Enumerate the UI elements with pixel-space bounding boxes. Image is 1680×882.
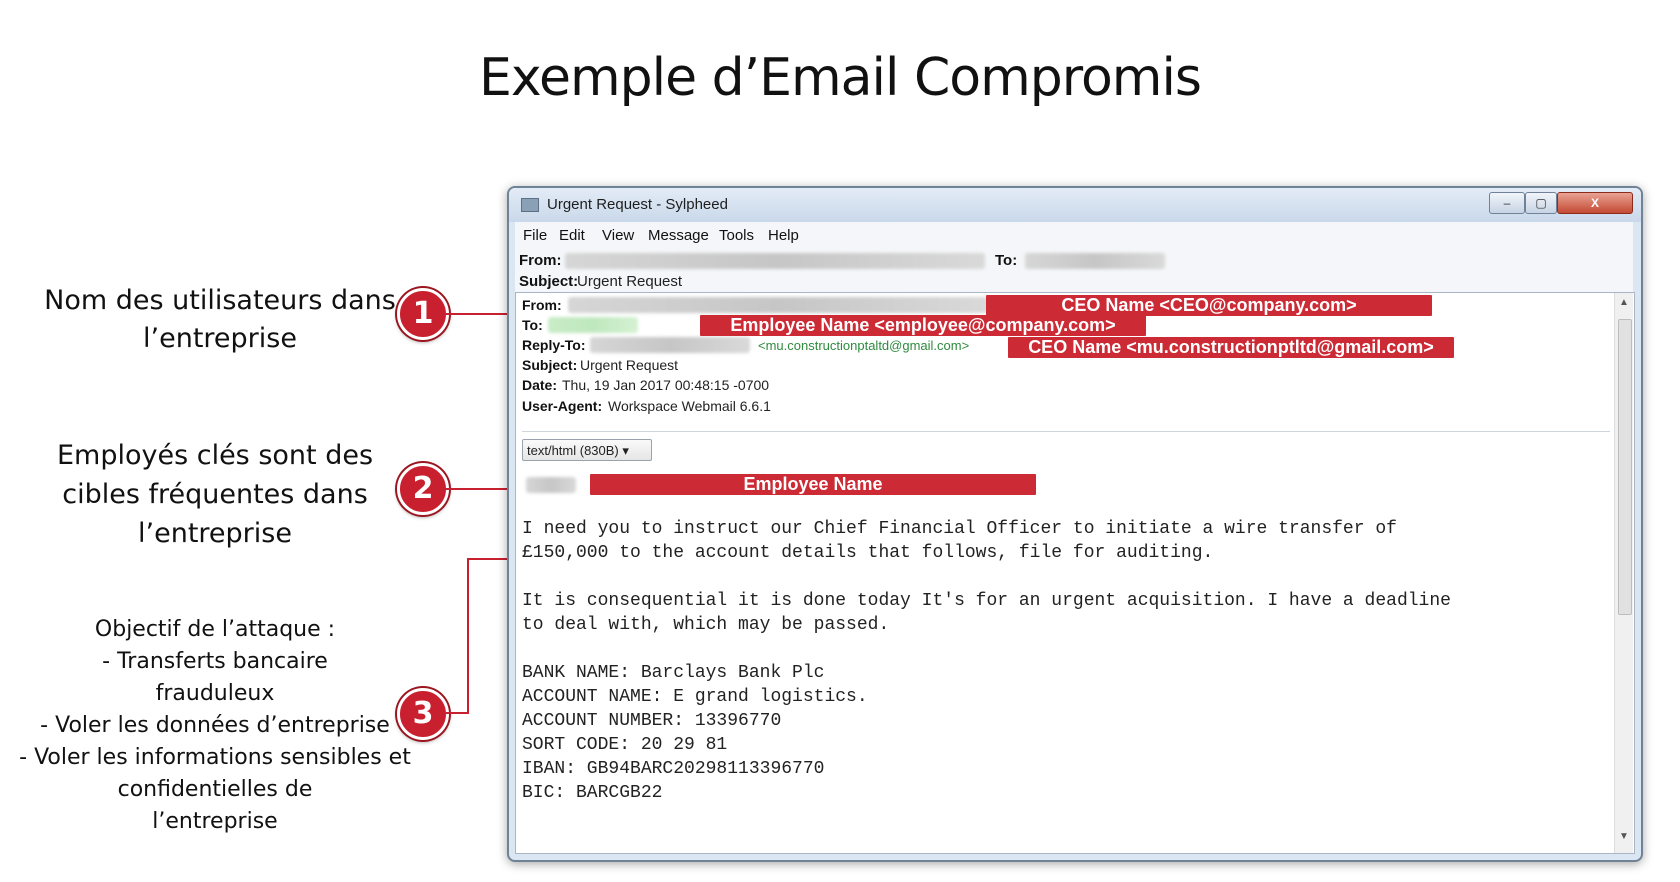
summary-subject-label: Subject:	[519, 273, 579, 290]
close-button[interactable]: X	[1557, 192, 1633, 214]
menu-tools[interactable]: Tools	[719, 227, 754, 244]
body-line: I need you to instruct our Chief Financi…	[522, 519, 1397, 539]
callout-1-line: Nom des utilisateurs dans	[44, 285, 396, 316]
redacted-to	[1025, 253, 1165, 269]
body-line	[522, 567, 1602, 591]
callout-3-line: frauduleux	[155, 681, 275, 706]
callout-1-badge: 1	[397, 288, 449, 340]
menu-help[interactable]: Help	[768, 227, 799, 244]
body-line: IBAN: GB94BARC20298113396770	[522, 759, 825, 779]
callout-3-line: - Voler les données d’entreprise	[40, 713, 390, 738]
email-window: Urgent Request - Sylpheed – ▢ X File Edi…	[507, 186, 1643, 862]
mail-app-icon	[521, 198, 539, 212]
menu-file[interactable]: File	[523, 227, 547, 244]
menu-edit[interactable]: Edit	[559, 227, 585, 244]
summary-subject-value: Urgent Request	[577, 273, 683, 290]
mime-type-dropdown[interactable]: text/html (830B) ▾	[522, 439, 652, 461]
scroll-down-icon[interactable]: ▼	[1619, 831, 1629, 842]
scrollbar-thumb[interactable]	[1618, 319, 1632, 615]
menu-message[interactable]: Message	[648, 227, 709, 244]
body-line: £150,000 to the account details that fol…	[522, 543, 1214, 563]
header-from-label: From:	[522, 297, 562, 313]
body-line: BIC: BARCGB22	[522, 783, 663, 803]
callout-3-line: l’entreprise	[152, 809, 278, 834]
page-title: Exemple d’Email Compromis	[478, 48, 1202, 108]
connector-3-horizontal-bottom	[446, 712, 468, 714]
maximize-button[interactable]: ▢	[1525, 192, 1557, 214]
callout-1-text: Nom des utilisateurs dans l’entreprise	[30, 282, 410, 358]
summary-from-label: From:	[519, 252, 562, 269]
header-divider	[522, 431, 1610, 432]
menu-view[interactable]: View	[602, 227, 634, 244]
callout-3-line: confidentielles de	[117, 777, 313, 802]
body-line: BANK NAME: Barclays Bank Plc	[522, 663, 825, 683]
callout-3-line: Objectif de l’attaque :	[94, 617, 336, 642]
header-date-value: Thu, 19 Jan 2017 00:48:15 -0700	[562, 377, 770, 393]
header-to-label: To:	[522, 317, 543, 333]
redacted-header-reply-to	[590, 337, 750, 353]
connector-3-vertical	[467, 558, 469, 714]
body-line: ACCOUNT NUMBER: 13396770	[522, 711, 782, 731]
header-subject-value: Urgent Request	[580, 357, 679, 373]
redacted-from	[565, 253, 985, 269]
redacted-greeting	[526, 477, 576, 493]
annotation-to: Employee Name <employee@company.com>	[700, 315, 1146, 336]
annotation-greeting: Employee Name	[590, 474, 1036, 495]
scroll-up-icon[interactable]: ▲	[1619, 297, 1629, 308]
summary-to-label: To:	[995, 252, 1018, 269]
annotation-reply-to: CEO Name <mu.constructionptltd@gmail.com…	[1008, 337, 1454, 358]
message-summary-header: From: To: Subject: Urgent Request	[515, 248, 1633, 292]
menu-bar: File Edit View Message Tools Help	[515, 222, 1633, 248]
callout-3-text: Objectif de l’attaque : - Transferts ban…	[10, 614, 420, 838]
message-view[interactable]: From: To: Reply-To: <mu.constructionptal…	[515, 292, 1635, 854]
callout-1-line: l’entreprise	[143, 323, 297, 354]
body-line: ACCOUNT NAME: E grand logistics.	[522, 687, 868, 707]
header-user-agent-label: User-Agent:	[522, 398, 603, 414]
window-title: Urgent Request - Sylpheed	[547, 196, 728, 213]
body-line	[522, 639, 1602, 663]
body-line: SORT CODE: 20 29 81	[522, 735, 728, 755]
vertical-scrollbar[interactable]: ▲ ▼	[1614, 293, 1633, 853]
header-subject-label: Subject:	[522, 357, 578, 373]
callout-3-line: - Voler les informations sensibles et	[19, 745, 411, 770]
body-line: to deal with, which may be passed.	[522, 615, 890, 635]
callout-2-line: l’entreprise	[138, 518, 292, 549]
redacted-header-to	[548, 317, 638, 333]
redacted-header-from	[568, 297, 988, 313]
header-date-label: Date:	[522, 377, 558, 393]
message-body: I need you to instruct our Chief Financi…	[522, 519, 1602, 807]
callout-3-badge: 3	[397, 688, 449, 740]
callout-2-line: Employés clés sont des	[56, 440, 374, 471]
callout-2-line: cibles fréquentes dans	[62, 479, 368, 510]
body-line: It is consequential it is done today It'…	[522, 591, 1451, 611]
header-reply-to-label: Reply-To:	[522, 337, 586, 353]
callout-3-line: - Transferts bancaire	[102, 649, 328, 674]
callout-2-badge: 2	[397, 463, 449, 515]
header-user-agent-value: Workspace Webmail 6.6.1	[608, 398, 771, 414]
window-titlebar[interactable]: Urgent Request - Sylpheed – ▢ X	[509, 188, 1641, 222]
callout-2-text: Employés clés sont des cibles fréquentes…	[20, 436, 410, 553]
annotation-from: CEO Name <CEO@company.com>	[986, 295, 1432, 316]
minimize-button[interactable]: –	[1489, 192, 1525, 214]
header-reply-to-value: <mu.constructionptaltd@gmail.com>	[758, 338, 970, 353]
